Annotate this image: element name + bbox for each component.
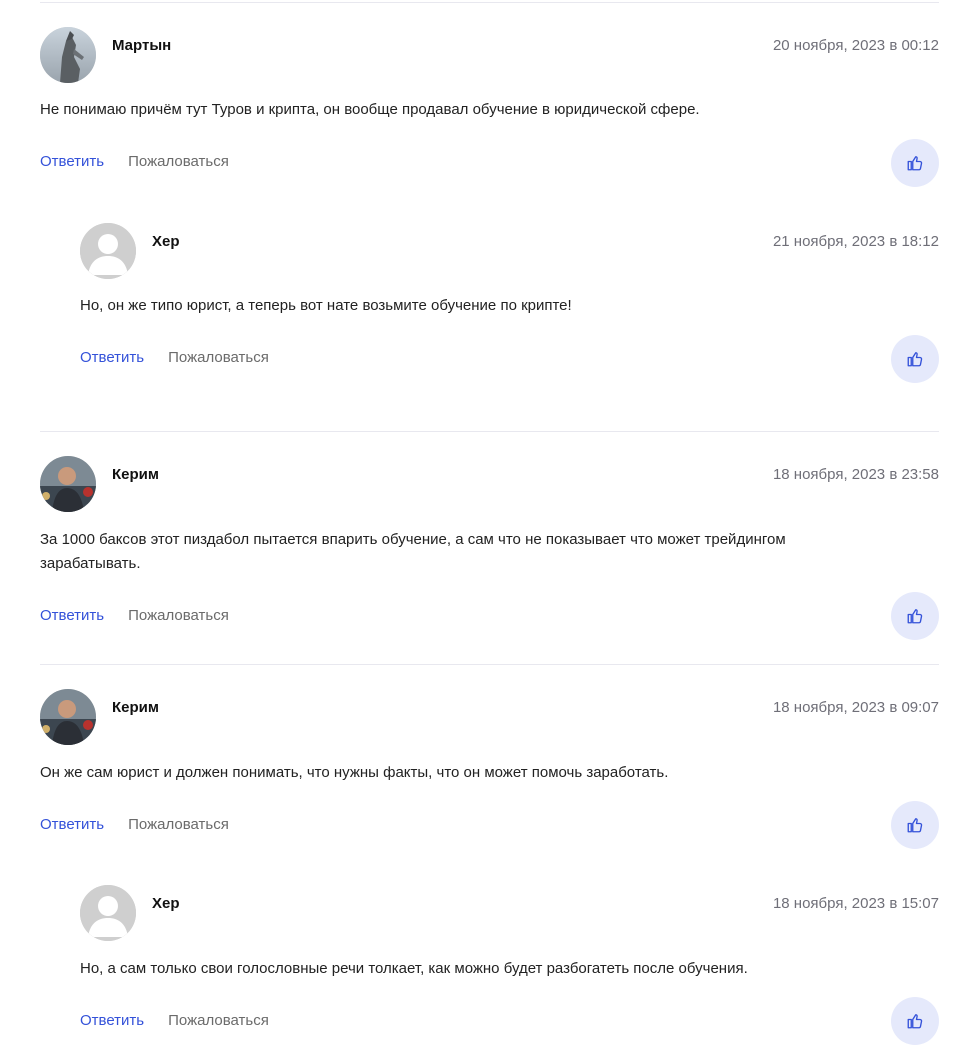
comment-date: 18 ноября, 2023 в 09:07	[772, 699, 939, 716]
report-button[interactable]: Пожаловаться	[128, 607, 229, 624]
divider	[40, 664, 939, 665]
default-user-avatar-icon	[80, 223, 136, 279]
reply-button[interactable]: Ответить	[40, 153, 104, 170]
reply-button[interactable]: Ответить	[40, 816, 104, 833]
report-button[interactable]: Пожаловаться	[168, 349, 269, 366]
report-button[interactable]: Пожаловаться	[128, 816, 229, 833]
photo-statue-avatar-image	[40, 27, 96, 83]
reply-button[interactable]: Ответить	[80, 1012, 144, 1029]
comment-author: Керим	[112, 699, 159, 716]
photo-person-avatar-image	[40, 689, 96, 745]
comment-author: Хер	[152, 895, 180, 912]
reply-button[interactable]: Ответить	[80, 349, 144, 366]
comment-date: 18 ноября, 2023 в 15:07	[772, 895, 939, 912]
report-button[interactable]: Пожаловаться	[128, 153, 229, 170]
comment-actions: Ответить Пожаловаться	[80, 349, 269, 366]
comment-date: 21 ноября, 2023 в 18:12	[772, 233, 939, 250]
comment-text: Не понимаю причём тут Туров и крипта, он…	[40, 101, 700, 118]
reply-button[interactable]: Ответить	[40, 607, 104, 624]
avatar[interactable]	[40, 456, 96, 512]
avatar[interactable]	[40, 689, 96, 745]
reply-comment: Хер 21 ноября, 2023 в 18:12 Но, он же ти…	[80, 223, 939, 393]
like-button[interactable]	[891, 139, 939, 187]
comment-date: 20 ноября, 2023 в 00:12	[772, 37, 939, 54]
avatar[interactable]	[80, 885, 136, 941]
thumbs-up-icon	[907, 156, 923, 171]
comment-text: Но, он же типо юрист, а теперь вот нате …	[80, 297, 572, 314]
photo-person-avatar-image	[40, 456, 96, 512]
thumbs-up-icon	[907, 352, 923, 367]
comment-text: За 1000 баксов этот пиздабол пытается вп…	[40, 531, 786, 572]
comment-text: Он же сам юрист и должен понимать, что н…	[40, 764, 669, 781]
comment-author: Керим	[112, 466, 159, 483]
default-user-avatar-icon	[80, 885, 136, 941]
thumbs-up-icon	[907, 609, 923, 624]
avatar[interactable]	[80, 223, 136, 279]
comment-author: Мартын	[112, 37, 172, 54]
report-button[interactable]: Пожаловаться	[168, 1012, 269, 1029]
comment-text: Но, а сам только свои голословные речи т…	[80, 960, 748, 977]
comment-date: 18 ноября, 2023 в 23:58	[772, 466, 939, 483]
like-button[interactable]	[891, 997, 939, 1045]
comments-list: Мартын 20 ноября, 2023 в 00:12 Не понима…	[0, 0, 970, 1064]
avatar[interactable]	[40, 27, 96, 83]
thumbs-up-icon	[907, 1014, 923, 1029]
reply-comment: Хер 18 ноября, 2023 в 15:07 Но, а сам то…	[80, 885, 939, 1055]
comment-actions: Ответить Пожаловаться	[40, 816, 229, 833]
like-button[interactable]	[891, 801, 939, 849]
divider	[40, 431, 939, 432]
comment-author: Хер	[152, 233, 180, 250]
divider	[40, 2, 939, 3]
comment-actions: Ответить Пожаловаться	[40, 153, 229, 170]
comment-actions: Ответить Пожаловаться	[80, 1012, 269, 1029]
comment: Керим 18 ноября, 2023 в 23:58 За 1000 ба…	[40, 456, 939, 646]
comment: Керим 18 ноября, 2023 в 09:07 Он же сам …	[40, 689, 939, 859]
comment-actions: Ответить Пожаловаться	[40, 607, 229, 624]
comment: Мартын 20 ноября, 2023 в 00:12 Не понима…	[40, 27, 939, 197]
like-button[interactable]	[891, 335, 939, 383]
like-button[interactable]	[891, 592, 939, 640]
thumbs-up-icon	[907, 818, 923, 833]
